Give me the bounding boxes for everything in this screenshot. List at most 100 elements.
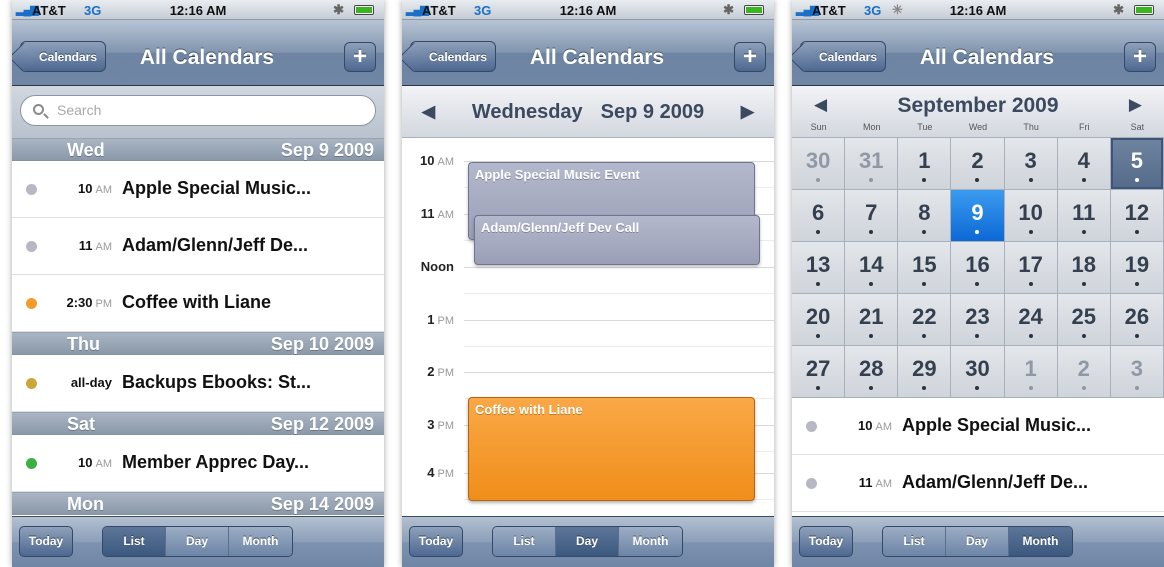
add-event-button[interactable]: + [344, 42, 376, 72]
day-number: 12 [1124, 200, 1150, 225]
calendar-day-cell[interactable]: 20 [792, 294, 846, 346]
tab-day[interactable]: Day [946, 527, 1009, 556]
calendar-day-cell[interactable]: 30 [951, 346, 1005, 398]
day-number: 31 [858, 148, 884, 173]
tab-day[interactable]: Day [556, 527, 619, 556]
calendar-day-cell[interactable]: 1 [1004, 346, 1058, 398]
list-item[interactable]: 11 AM Adam/Glenn/Jeff De... [792, 455, 1164, 512]
previous-day-arrow-icon[interactable]: ◀ [422, 86, 435, 138]
event-list: Wed Sep 9 2009 10 AM Apple Special Music.… [12, 138, 384, 515]
event-title: Adam/Glenn/Jeff De... [122, 235, 309, 255]
calendar-day-cell[interactable]: 7 [845, 190, 899, 242]
add-event-button[interactable]: + [1124, 42, 1156, 72]
calendar-day-cell[interactable]: 5 [1110, 138, 1164, 190]
month-grid: 30 31 1 2 3 4 5 6 7 8 9 10 11 12 13 14 15 16 17 18 19 20 21 22 2… [792, 138, 1164, 398]
add-event-button[interactable]: + [734, 42, 766, 72]
calendar-day-cell[interactable]: 16 [951, 242, 1005, 294]
tab-list[interactable]: List [883, 527, 946, 556]
tab-month[interactable]: Month [1009, 527, 1072, 556]
calendar-day-cell[interactable]: 11 [1057, 190, 1111, 242]
status-bar: ▂▄▆ AT&T 3G ✳ 12:16 AM ✱ [792, 0, 1164, 20]
calendar-day-cell[interactable]: 10 [1004, 190, 1058, 242]
event-indicator-dot [869, 386, 874, 390]
day-number: 29 [912, 356, 937, 381]
tab-month[interactable]: Month [619, 527, 682, 556]
day-number: 3 [1130, 356, 1144, 381]
calendar-day-cell[interactable]: 17 [1004, 242, 1058, 294]
event-indicator-dot [869, 178, 874, 182]
event-indicator-dot [975, 178, 980, 182]
calendar-day-cell[interactable]: 15 [898, 242, 952, 294]
day-number: 14 [858, 252, 884, 277]
month-header: ◀ September 2009 ▶ Sun Mon Tue Wed Thu F… [792, 86, 1164, 138]
event-indicator-dot [922, 386, 927, 390]
calendar-day-cell[interactable]: 24 [1004, 294, 1058, 346]
calendar-day-cell[interactable]: 25 [1057, 294, 1111, 346]
bottom-toolbar: Today List Day Month [402, 516, 774, 567]
calendar-day-cell[interactable]: 12 [1110, 190, 1164, 242]
calendar-day-cell[interactable]: 8 [898, 190, 952, 242]
calendar-day-cell[interactable]: 22 [898, 294, 952, 346]
today-button[interactable]: Today [799, 526, 853, 557]
list-item[interactable]: all-day Backups Ebooks: St... [12, 355, 384, 412]
clock: 12:16 AM [949, 3, 1007, 18]
calendar-day-cell[interactable]: 27 [792, 346, 846, 398]
calendar-day-cell[interactable]: 21 [845, 294, 899, 346]
calendar-day-cell[interactable]: 9 [951, 190, 1005, 242]
clock: 12:16 AM [559, 3, 617, 18]
tab-list[interactable]: List [103, 527, 166, 556]
tab-list[interactable]: List [493, 527, 556, 556]
calendar-day-cell[interactable]: 28 [845, 346, 899, 398]
event-indicator-dot [975, 334, 980, 338]
calendar-day-cell[interactable]: 6 [792, 190, 846, 242]
calendar-day-cell[interactable]: 2 [1057, 346, 1111, 398]
list-item[interactable]: 11 AM Adam/Glenn/Jeff De... [12, 218, 384, 275]
event-indicator-dot [1134, 386, 1139, 390]
next-month-arrow-icon[interactable]: ▶ [1129, 95, 1142, 115]
list-item[interactable]: 2:30 PM Coffee with Liane [12, 275, 384, 332]
calendar-color-dot [806, 421, 817, 432]
calendar-day-cell[interactable]: 30 [792, 138, 846, 190]
search-bar: Search [12, 86, 384, 138]
phone-month-view: ▂▄▆ AT&T 3G ✳ 12:16 AM ✱ Calendars All C… [792, 0, 1164, 567]
list-item[interactable]: 10 AM Apple Special Music... [12, 161, 384, 218]
tab-month[interactable]: Month [229, 527, 292, 556]
calendar-day-cell[interactable]: 3 [1004, 138, 1058, 190]
event-title: Apple Special Music... [122, 178, 312, 198]
day-date: Sep 9 2009 [600, 101, 705, 123]
day-number: 13 [805, 252, 831, 277]
hour-label: Noon [420, 259, 454, 274]
list-item[interactable]: 10 AM Apple Special Music... [792, 398, 1164, 455]
calendar-day-cell[interactable]: 19 [1110, 242, 1164, 294]
event-block[interactable]: Coffee with Liane [468, 397, 755, 501]
day-timeline[interactable]: 10 AM 11 AM Noon 1 PM 2 PM 3 PM 4 PM Apple Spe… [402, 139, 774, 516]
calendar-day-cell[interactable]: 29 [898, 346, 952, 398]
day-number: 2 [971, 148, 984, 173]
calendar-day-cell[interactable]: 13 [792, 242, 846, 294]
search-input[interactable]: Search [20, 95, 376, 126]
day-number: 6 [811, 200, 825, 225]
event-indicator-dot [975, 282, 980, 286]
today-button[interactable]: Today [409, 526, 463, 557]
calendar-day-cell[interactable]: 23 [951, 294, 1005, 346]
calendar-day-cell[interactable]: 18 [1057, 242, 1111, 294]
calendar-color-dot [26, 184, 37, 195]
tab-day[interactable]: Day [166, 527, 229, 556]
day-number: 22 [912, 304, 937, 329]
calendar-day-cell[interactable]: 2 [951, 138, 1005, 190]
day-number: 20 [805, 304, 831, 329]
calendar-day-cell[interactable]: 26 [1110, 294, 1164, 346]
day-number: 3 [1024, 148, 1037, 173]
calendar-day-cell[interactable]: 1 [898, 138, 952, 190]
calendar-day-cell[interactable]: 31 [845, 138, 899, 190]
list-item[interactable]: 10 AM Member Apprec Day... [12, 435, 384, 492]
calendar-day-cell[interactable]: 3 [1110, 346, 1164, 398]
bottom-toolbar: Today List Day Month [792, 516, 1164, 567]
calendar-day-cell[interactable]: 4 [1057, 138, 1111, 190]
event-indicator-dot [922, 282, 927, 286]
event-block[interactable]: Adam/Glenn/Jeff Dev Call [474, 215, 760, 265]
next-day-arrow-icon[interactable]: ▶ [741, 86, 754, 138]
event-indicator-dot [975, 230, 980, 234]
calendar-day-cell[interactable]: 14 [845, 242, 899, 294]
today-button[interactable]: Today [19, 526, 73, 557]
